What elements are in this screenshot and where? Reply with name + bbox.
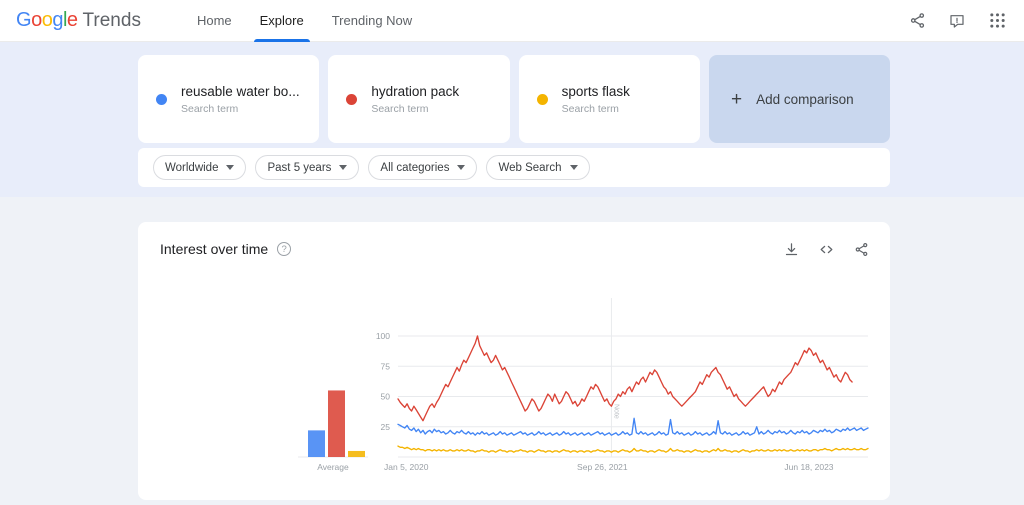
- search-term-type-3: Search term: [561, 102, 619, 115]
- product-name: Trends: [82, 10, 141, 31]
- svg-text:Jan 5, 2020: Jan 5, 2020: [384, 462, 429, 472]
- chevron-down-icon: [457, 165, 466, 170]
- nav-right-actions: [904, 8, 1010, 34]
- svg-text:50: 50: [381, 392, 391, 402]
- chevron-down-icon: [569, 165, 578, 170]
- nav-link-trending-now[interactable]: Trending Now: [318, 0, 426, 42]
- search-term-type-1: Search term: [181, 102, 239, 115]
- svg-text:75: 75: [381, 361, 391, 371]
- time-range-filter-label: Past 5 years: [267, 161, 332, 174]
- feedback-icon[interactable]: [944, 8, 970, 34]
- share-icon[interactable]: [904, 8, 930, 34]
- brand-logo[interactable]: Google Trends: [16, 9, 141, 32]
- search-type-filter[interactable]: Web Search: [486, 155, 590, 180]
- search-term-label-1: reusable water bo...: [181, 83, 300, 99]
- add-comparison-label: Add comparison: [756, 91, 854, 107]
- search-term-card-3[interactable]: sports flask Search term: [518, 55, 700, 143]
- share-chart-icon[interactable]: [852, 240, 870, 258]
- svg-text:Note: Note: [612, 404, 619, 419]
- panel-title: Interest over time: [160, 241, 269, 257]
- interest-over-time-chart[interactable]: 25 50 75 100 Note Jan 5, 2020 Sep 26, 2021 Jun …: [138, 292, 890, 482]
- svg-text:100: 100: [376, 331, 390, 341]
- interest-over-time-panel: Interest over time ? 25 50 75 100 Note J…: [138, 222, 890, 500]
- panel-header: Interest over time ?: [160, 236, 870, 262]
- category-filter-label: All categories: [380, 161, 450, 174]
- svg-text:Jun 18, 2023: Jun 18, 2023: [784, 462, 833, 472]
- nav-link-explore-label: Explore: [259, 13, 304, 28]
- download-csv-icon[interactable]: [782, 240, 800, 258]
- time-range-filter[interactable]: Past 5 years: [255, 155, 360, 180]
- location-filter[interactable]: Worldwide: [153, 155, 247, 180]
- search-term-card-2[interactable]: hydration pack Search term: [328, 55, 510, 143]
- search-term-label-2: hydration pack: [371, 83, 460, 99]
- nav-link-home-label: Home: [196, 13, 232, 28]
- search-term-type-2: Search term: [371, 102, 429, 115]
- plus-icon: +: [730, 88, 743, 110]
- chart-area: 25 50 75 100 Note Jan 5, 2020 Sep 26, 2021 Jun …: [138, 292, 890, 482]
- nav-link-home[interactable]: Home: [183, 0, 246, 42]
- nav-link-trending-now-label: Trending Now: [331, 13, 413, 28]
- help-icon[interactable]: ?: [277, 242, 292, 256]
- search-term-card-1[interactable]: reusable water bo... Search term: [138, 55, 320, 143]
- panel-actions: [782, 240, 870, 258]
- chevron-down-icon: [339, 165, 348, 170]
- nav-link-explore[interactable]: Explore: [246, 0, 318, 42]
- series-color-dot-3: [536, 93, 548, 105]
- nav-links: Home Explore Trending Now: [183, 0, 426, 42]
- series-color-dot-2: [346, 93, 358, 105]
- search-type-filter-label: Web Search: [498, 161, 562, 174]
- search-term-label-3: sports flask: [561, 83, 630, 99]
- svg-text:25: 25: [381, 422, 391, 432]
- series-color-dot-1: [156, 93, 167, 105]
- top-navigation-bar: Google Trends Home Explore Trending Now: [0, 0, 1024, 42]
- google-trends-page: Google Trends Home Explore Trending Now: [0, 0, 1024, 505]
- svg-text:Sep 26, 2021: Sep 26, 2021: [577, 462, 628, 472]
- svg-text:Average: Average: [317, 462, 349, 472]
- embed-code-icon[interactable]: [817, 240, 835, 258]
- google-logo: Google: [16, 9, 78, 31]
- apps-grid-icon[interactable]: [984, 8, 1010, 34]
- location-filter-label: Worldwide: [165, 161, 219, 174]
- filter-bar: Worldwide Past 5 years All categories We…: [138, 148, 890, 187]
- chevron-down-icon: [226, 165, 235, 170]
- add-comparison-button[interactable]: + Add comparison: [708, 55, 891, 143]
- comparison-cards: reusable water bo... Search term hydrati…: [138, 55, 891, 143]
- category-filter[interactable]: All categories: [368, 155, 478, 180]
